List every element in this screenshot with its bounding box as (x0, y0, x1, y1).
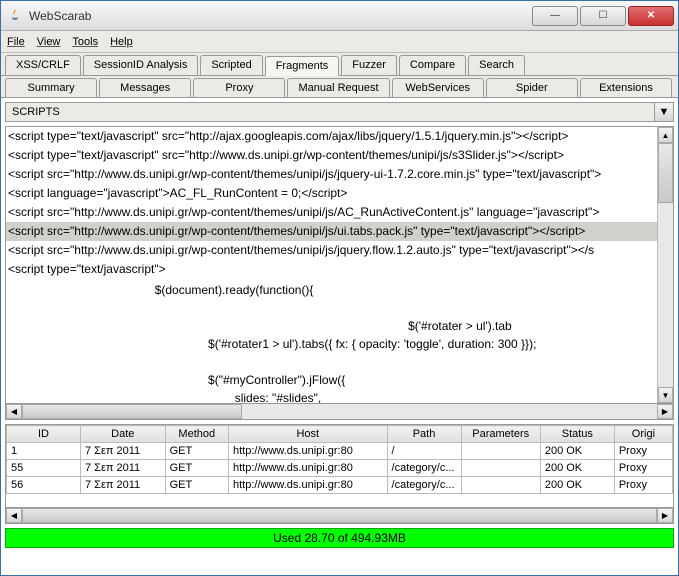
table-cell: 200 OK (540, 443, 614, 460)
table-cell: http://www.ds.unipi.gr:80 (228, 443, 387, 460)
memory-status-text: Used 28.70 of 494.93MB (273, 531, 406, 545)
horizontal-scrollbar[interactable]: ◀ ▶ (5, 404, 674, 420)
script-line[interactable]: <script type="text/javascript" src="http… (6, 127, 657, 146)
table-cell: Proxy (614, 460, 672, 477)
table-cell: 1 (7, 443, 81, 460)
scroll-left-icon[interactable]: ◀ (6, 404, 22, 419)
table-cell: GET (165, 477, 228, 494)
table-row[interactable]: 567 Σεπ 2011GEThttp://www.ds.unipi.gr:80… (7, 477, 673, 494)
java-icon (7, 8, 23, 24)
scroll-up-icon[interactable]: ▲ (658, 127, 673, 143)
script-line[interactable]: <script type="text/javascript" src="http… (6, 146, 657, 165)
table-cell (461, 443, 540, 460)
table-cell: GET (165, 443, 228, 460)
table-cell: 7 Σεπ 2011 (81, 477, 166, 494)
window-title: WebScarab (29, 9, 530, 23)
tab-xss-crlf[interactable]: XSS/CRLF (5, 55, 81, 75)
table-cell: 200 OK (540, 477, 614, 494)
table-row[interactable]: 17 Σεπ 2011GEThttp://www.ds.unipi.gr:80/… (7, 443, 673, 460)
script-list-panel: <script type="text/javascript" src="http… (5, 126, 674, 404)
tab-summary[interactable]: Summary (5, 78, 97, 97)
table-row[interactable]: 557 Σεπ 2011GEThttp://www.ds.unipi.gr:80… (7, 460, 673, 477)
tab-manual-request[interactable]: Manual Request (287, 78, 389, 97)
table-cell: Proxy (614, 477, 672, 494)
table-cell (461, 460, 540, 477)
tabs-secondary: SummaryMessagesProxyManual RequestWebSer… (1, 76, 678, 98)
titlebar: WebScarab — ☐ ✕ (1, 1, 678, 31)
script-line[interactable]: <script src="http://www.ds.unipi.gr/wp-c… (6, 165, 657, 184)
menu-tools[interactable]: Tools (72, 36, 98, 48)
table-cell: GET (165, 460, 228, 477)
requests-table-panel: IDDateMethodHostPathParametersStatusOrig… (5, 424, 674, 508)
memory-status-bar: Used 28.70 of 494.93MB (5, 528, 674, 548)
table-cell: 56 (7, 477, 81, 494)
tab-proxy[interactable]: Proxy (193, 78, 285, 97)
menubar: File View Tools Help (1, 31, 678, 53)
script-line[interactable]: <script src="http://www.ds.unipi.gr/wp-c… (6, 203, 657, 222)
table-cell: http://www.ds.unipi.gr:80 (228, 477, 387, 494)
tab-compare[interactable]: Compare (399, 55, 466, 75)
tab-fuzzer[interactable]: Fuzzer (341, 55, 397, 75)
menu-file[interactable]: File (7, 36, 25, 48)
chevron-down-icon[interactable]: ▼ (655, 103, 673, 121)
column-header[interactable]: ID (7, 426, 81, 443)
tab-sessionid-analysis[interactable]: SessionID Analysis (83, 55, 199, 75)
hscroll-thumb[interactable] (22, 404, 242, 419)
table-cell: Proxy (614, 443, 672, 460)
tab-scripted[interactable]: Scripted (200, 55, 262, 75)
minimize-button[interactable]: — (532, 6, 578, 26)
table-cell: 200 OK (540, 460, 614, 477)
menu-view[interactable]: View (37, 36, 61, 48)
script-line[interactable]: <script type="text/javascript"> (6, 260, 657, 279)
hscroll-thumb[interactable] (22, 508, 657, 523)
column-header[interactable]: Date (81, 426, 166, 443)
table-horizontal-scrollbar[interactable]: ◀ ▶ (5, 508, 674, 524)
table-cell: http://www.ds.unipi.gr:80 (228, 460, 387, 477)
tab-search[interactable]: Search (468, 55, 525, 75)
table-cell: / (387, 443, 461, 460)
table-cell: 7 Σεπ 2011 (81, 443, 166, 460)
tab-messages[interactable]: Messages (99, 78, 191, 97)
menu-help[interactable]: Help (110, 36, 133, 48)
script-line[interactable]: <script language="javascript">AC_FL_RunC… (6, 184, 657, 203)
scroll-right-icon[interactable]: ▶ (657, 404, 673, 419)
fragment-type-dropdown[interactable]: SCRIPTS ▼ (5, 102, 674, 122)
script-line[interactable]: <script src="http://www.ds.unipi.gr/wp-c… (6, 222, 657, 241)
app-window: WebScarab — ☐ ✕ File View Tools Help XSS… (0, 0, 679, 576)
column-header[interactable]: Status (540, 426, 614, 443)
table-cell (461, 477, 540, 494)
column-header[interactable]: Path (387, 426, 461, 443)
column-header[interactable]: Method (165, 426, 228, 443)
column-header[interactable]: Host (228, 426, 387, 443)
maximize-button[interactable]: ☐ (580, 6, 626, 26)
scroll-thumb[interactable] (658, 143, 673, 203)
table-cell: 7 Σεπ 2011 (81, 460, 166, 477)
tab-spider[interactable]: Spider (486, 78, 578, 97)
vertical-scrollbar[interactable]: ▲ ▼ (657, 127, 673, 403)
scroll-down-icon[interactable]: ▼ (658, 387, 673, 403)
script-detail: $(document).ready(function(){ $('#rotate… (6, 279, 657, 403)
column-header[interactable]: Origi (614, 426, 672, 443)
tab-extensions[interactable]: Extensions (580, 78, 672, 97)
close-button[interactable]: ✕ (628, 6, 674, 26)
tab-webservices[interactable]: WebServices (392, 78, 484, 97)
script-line[interactable]: <script src="http://www.ds.unipi.gr/wp-c… (6, 241, 657, 260)
tabs-primary: XSS/CRLFSessionID AnalysisScriptedFragme… (1, 53, 678, 76)
table-cell: /category/c... (387, 477, 461, 494)
table-cell: /category/c... (387, 460, 461, 477)
dropdown-label: SCRIPTS (6, 103, 655, 121)
tab-fragments[interactable]: Fragments (265, 56, 340, 76)
scroll-left-icon[interactable]: ◀ (6, 508, 22, 523)
table-cell: 55 (7, 460, 81, 477)
requests-table[interactable]: IDDateMethodHostPathParametersStatusOrig… (6, 425, 673, 494)
scroll-right-icon[interactable]: ▶ (657, 508, 673, 523)
column-header[interactable]: Parameters (461, 426, 540, 443)
